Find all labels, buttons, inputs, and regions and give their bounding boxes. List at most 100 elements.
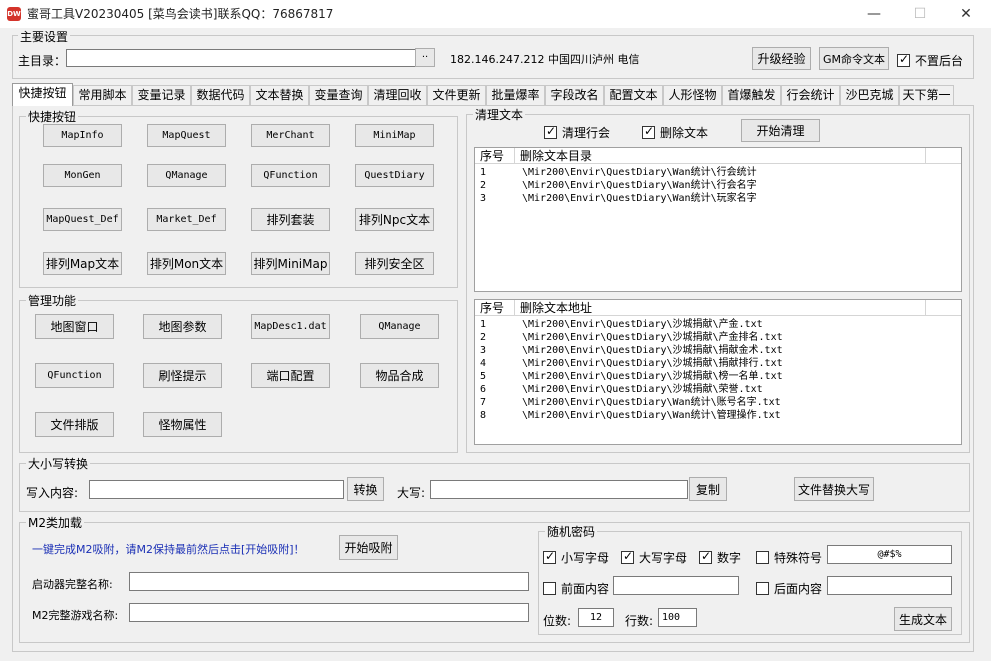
tab-batch-drop[interactable]: 批量爆率 xyxy=(486,85,545,105)
qmanage-button[interactable]: QManage xyxy=(147,164,226,187)
file-replace-upper-button[interactable]: 文件替换大写 xyxy=(794,477,874,501)
arrange-mon-button[interactable]: 排列Mon文本 xyxy=(147,252,226,275)
digits-count-input[interactable]: 12 xyxy=(578,608,614,627)
tab-sabak[interactable]: 沙巴克城 xyxy=(840,85,899,105)
col-no-header[interactable]: 序号 xyxy=(475,300,515,316)
write-content-input[interactable] xyxy=(89,480,344,499)
start-clean-button[interactable]: 开始清理 xyxy=(741,119,820,142)
mapquest-def-button[interactable]: MapQuest_Def xyxy=(43,208,122,231)
copy-button[interactable]: 复制 xyxy=(689,477,727,501)
col-path-header[interactable]: 删除文本目录 xyxy=(515,148,926,164)
arrange-safezone-button[interactable]: 排列安全区 xyxy=(355,252,434,275)
arrange-npc-button[interactable]: 排列Npc文本 xyxy=(355,208,434,231)
tab-common-scripts[interactable]: 常用脚本 xyxy=(73,85,132,105)
tab-first-drop[interactable]: 首爆触发 xyxy=(722,85,781,105)
prefix-checkbox[interactable]: 前面内容 xyxy=(543,580,609,597)
tab-file-update[interactable]: 文件更新 xyxy=(427,85,486,105)
checkbox-box[interactable] xyxy=(897,52,910,67)
start-attach-button[interactable]: 开始吸附 xyxy=(339,535,398,560)
tab-guild-stats[interactable]: 行会统计 xyxy=(781,85,840,105)
monster-hint-button[interactable]: 刷怪提示 xyxy=(143,363,222,388)
lines-count-input[interactable]: 100 xyxy=(658,608,697,627)
manage-qmanage-button[interactable]: QManage xyxy=(360,314,439,339)
convert-button[interactable]: 转换 xyxy=(347,477,384,501)
tab-data-code[interactable]: 数据代码 xyxy=(191,85,250,105)
mapdesc-button[interactable]: MapDesc1.dat xyxy=(251,314,330,339)
not-top-checkbox[interactable]: 不置后台 xyxy=(897,52,963,69)
clean-guild-checkbox[interactable]: 清理行会 xyxy=(544,124,610,141)
gm-command-button[interactable]: GM命令文本 xyxy=(819,47,889,70)
list-item[interactable]: 5 \Mir200\Envir\QuestDiary\沙城捐献\榜一名单.txt xyxy=(475,370,961,383)
map-params-button[interactable]: 地图参数 xyxy=(143,314,222,339)
close-icon[interactable]: ✕ xyxy=(943,0,989,28)
col-path-header[interactable]: 删除文本地址 xyxy=(515,300,926,316)
file-layout-button[interactable]: 文件排版 xyxy=(35,412,114,437)
list-item[interactable]: 4 \Mir200\Envir\QuestDiary\沙城捐献\捐献排行.txt xyxy=(475,357,961,370)
monster-attr-button[interactable]: 怪物属性 xyxy=(143,412,222,437)
merchant-button[interactable]: MerChant xyxy=(251,124,330,147)
maximize-icon[interactable]: ☐ xyxy=(897,0,943,28)
checkbox-box[interactable] xyxy=(756,582,769,595)
tab-world-first[interactable]: 天下第一 xyxy=(899,85,954,105)
tab-field-rename[interactable]: 字段改名 xyxy=(545,85,604,105)
generate-text-button[interactable]: 生成文本 xyxy=(894,607,952,631)
digits-checkbox[interactable]: 数字 xyxy=(699,549,741,566)
suffix-checkbox[interactable]: 后面内容 xyxy=(756,580,822,597)
col-no-header[interactable]: 序号 xyxy=(475,148,515,164)
random-password-title: 随机密码 xyxy=(545,523,598,540)
uppercase-checkbox[interactable]: 大写字母 xyxy=(621,549,687,566)
special-chars-input[interactable]: @#$% xyxy=(827,545,952,564)
list-item[interactable]: 2 \Mir200\Envir\QuestDiary\沙城捐献\产金排名.txt xyxy=(475,331,961,344)
checkbox-box[interactable] xyxy=(543,549,556,564)
upper-output[interactable] xyxy=(430,480,688,499)
checkbox-box[interactable] xyxy=(543,582,556,595)
launcher-name-input[interactable] xyxy=(129,572,529,591)
map-window-button[interactable]: 地图窗口 xyxy=(35,314,114,339)
special-checkbox[interactable]: 特殊符号 xyxy=(756,549,822,566)
arrange-minimap-button[interactable]: 排列MiniMap xyxy=(251,252,330,275)
arrange-map-button[interactable]: 排列Map文本 xyxy=(43,252,122,275)
suffix-input[interactable] xyxy=(827,576,952,595)
minimize-icon[interactable]: — xyxy=(851,0,897,28)
tab-config-text[interactable]: 配置文本 xyxy=(604,85,663,105)
mongen-button[interactable]: MonGen xyxy=(43,164,122,187)
tab-variable-query[interactable]: 变量查询 xyxy=(309,85,368,105)
minimap-button[interactable]: MiniMap xyxy=(355,124,434,147)
list-item[interactable]: 7 \Mir200\Envir\QuestDiary\Wan统计\账号名字.txt xyxy=(475,396,961,409)
list-item[interactable]: 1 \Mir200\Envir\QuestDiary\Wan统计\行会统计 xyxy=(475,166,961,179)
tab-quick-buttons[interactable]: 快捷按钮 xyxy=(12,83,73,106)
port-config-button[interactable]: 端口配置 xyxy=(251,363,330,388)
delete-text-checkbox[interactable]: 删除文本 xyxy=(642,124,708,141)
item-compose-button[interactable]: 物品合成 xyxy=(360,363,439,388)
prefix-input[interactable] xyxy=(613,576,739,595)
checkbox-box[interactable] xyxy=(699,549,712,564)
checkbox-box[interactable] xyxy=(544,124,557,139)
list-item[interactable]: 6 \Mir200\Envir\QuestDiary\沙城捐献\荣誉.txt xyxy=(475,383,961,396)
tab-human-monster[interactable]: 人形怪物 xyxy=(663,85,722,105)
list-item[interactable]: 1 \Mir200\Envir\QuestDiary\沙城捐献\产金.txt xyxy=(475,318,961,331)
tab-variable-record[interactable]: 变量记录 xyxy=(132,85,191,105)
market-def-button[interactable]: Market_Def xyxy=(147,208,226,231)
lowercase-checkbox[interactable]: 小写字母 xyxy=(543,549,609,566)
dir-input[interactable] xyxy=(66,49,416,67)
upgrade-exp-button[interactable]: 升级经验 xyxy=(752,47,811,70)
delete-dir-list[interactable]: 序号 删除文本目录 1 \Mir200\Envir\QuestDiary\Wan统… xyxy=(474,147,962,292)
game-name-input[interactable] xyxy=(129,603,529,622)
checkbox-box[interactable] xyxy=(756,551,769,564)
checkbox-box[interactable] xyxy=(621,549,634,564)
list-item[interactable]: 3 \Mir200\Envir\QuestDiary\沙城捐献\捐献金术.txt xyxy=(475,344,961,357)
questdiary-button[interactable]: QuestDiary xyxy=(355,164,434,187)
list-item[interactable]: 8 \Mir200\Envir\QuestDiary\Wan统计\管理操作.txt xyxy=(475,409,961,422)
mapinfo-button[interactable]: MapInfo xyxy=(43,124,122,147)
manage-qfunction-button[interactable]: QFunction xyxy=(35,363,114,388)
qfunction-button[interactable]: QFunction xyxy=(251,164,330,187)
browse-button[interactable]: ·· xyxy=(415,48,435,67)
arrange-suit-button[interactable]: 排列套装 xyxy=(251,208,330,231)
tab-text-replace[interactable]: 文本替换 xyxy=(250,85,309,105)
delete-file-list[interactable]: 序号 删除文本地址 1 \Mir200\Envir\QuestDiary\沙城捐献… xyxy=(474,299,962,445)
list-item[interactable]: 3 \Mir200\Envir\QuestDiary\Wan统计\玩家名字 xyxy=(475,192,961,205)
list-item[interactable]: 2 \Mir200\Envir\QuestDiary\Wan统计\行会名字 xyxy=(475,179,961,192)
tab-clean-recycle[interactable]: 清理回收 xyxy=(368,85,427,105)
checkbox-box[interactable] xyxy=(642,124,655,139)
mapquest-button[interactable]: MapQuest xyxy=(147,124,226,147)
